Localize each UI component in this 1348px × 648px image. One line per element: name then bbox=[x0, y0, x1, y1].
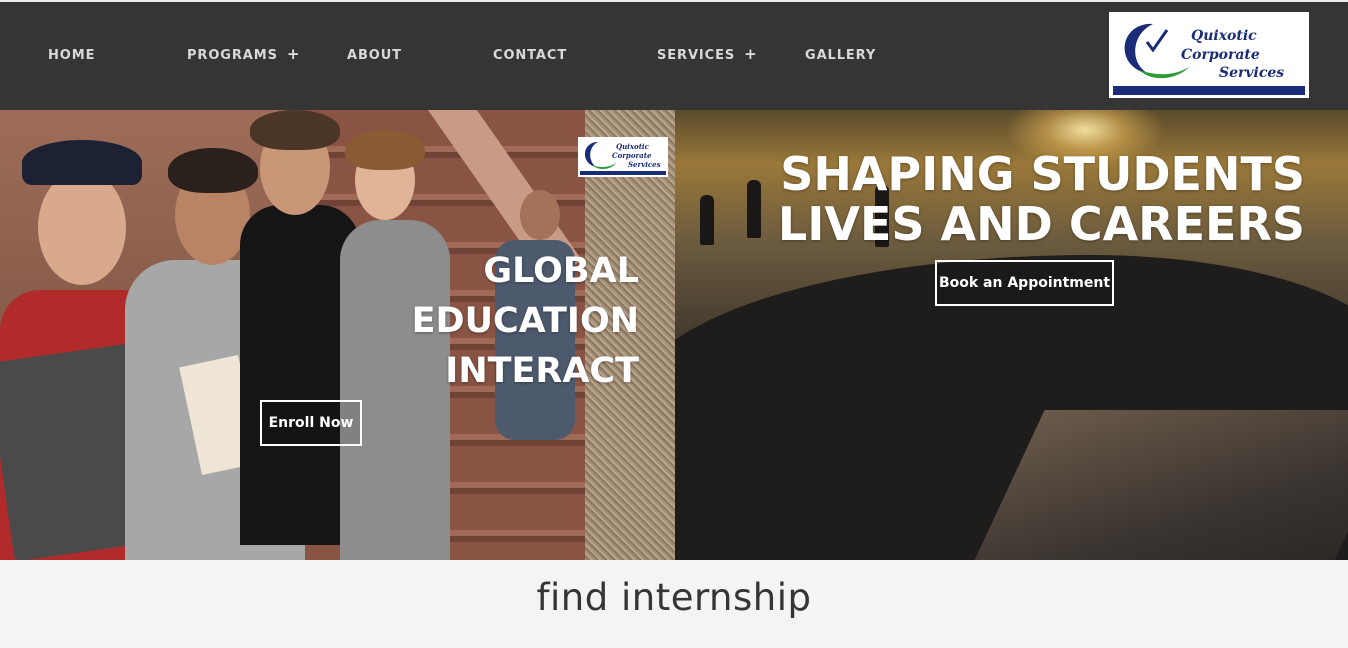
logo-line3: Services bbox=[1219, 65, 1284, 81]
nav-item-services[interactable]: SERVICES + bbox=[657, 47, 758, 64]
logo-swoosh-green bbox=[1139, 67, 1189, 79]
logo-check-icon bbox=[1145, 29, 1169, 53]
nav-item-label: HOME bbox=[48, 48, 96, 63]
book-appointment-button[interactable]: Book an Appointment bbox=[935, 260, 1114, 306]
nav-item-label: SERVICES bbox=[657, 48, 736, 63]
logo-bar bbox=[1113, 86, 1305, 95]
logo-swoosh-blue bbox=[1124, 23, 1153, 74]
svg-text:Services: Services bbox=[628, 160, 661, 169]
brand-logo[interactable]: Quixotic Corporate Services bbox=[1109, 12, 1309, 98]
section-heading: find internship bbox=[536, 576, 812, 619]
hero-left-heading-line: GLOBAL bbox=[483, 251, 639, 291]
svg-text:Corporate: Corporate bbox=[612, 151, 652, 160]
mini-logo: Quixotic Corporate Services bbox=[578, 137, 668, 177]
hero-left-heading: GLOBAL EDUCATION INTERACT bbox=[339, 246, 639, 396]
enroll-now-button[interactable]: Enroll Now bbox=[260, 400, 362, 446]
nav-item-contact[interactable]: CONTACT bbox=[493, 48, 567, 63]
nav-item-home[interactable]: HOME bbox=[48, 48, 95, 63]
hero-left-heading-line: INTERACT bbox=[445, 351, 639, 391]
nav-item-gallery[interactable]: GALLERY bbox=[805, 48, 876, 63]
hero-right-heading-line: LIVES AND CAREERS bbox=[777, 197, 1305, 251]
hero-right-heading: SHAPING STUDENTS LIVES AND CAREERS bbox=[745, 149, 1305, 249]
main-navigation: HOME PROGRAMS + ABOUT CONTACT SERVICES + G… bbox=[0, 2, 1348, 110]
logo-graphic: Quixotic Corporate Services bbox=[1113, 23, 1305, 95]
hero-slide-mountain: SHAPING STUDENTS LIVES AND CAREERS Book … bbox=[675, 110, 1348, 560]
nav-item-programs[interactable]: PROGRAMS + bbox=[187, 47, 300, 64]
nav-item-label: GALLERY bbox=[805, 48, 877, 63]
svg-text:Quixotic: Quixotic bbox=[616, 142, 650, 151]
nav-item-label: PROGRAMS bbox=[187, 48, 278, 63]
nav-item-about[interactable]: ABOUT bbox=[347, 48, 402, 63]
nav-item-label: ABOUT bbox=[347, 48, 402, 63]
logo-line2: Corporate bbox=[1181, 47, 1260, 63]
hero-right-heading-line: SHAPING STUDENTS bbox=[780, 147, 1305, 201]
mini-logo-graphic: Quixotic Corporate Services bbox=[580, 142, 666, 175]
hero-banner: Quixotic Corporate Services GLOBAL EDUCA… bbox=[0, 110, 1348, 560]
hero-slide-students: Quixotic Corporate Services GLOBAL EDUCA… bbox=[0, 110, 675, 560]
nav-item-label: CONTACT bbox=[493, 48, 568, 63]
climber-silhouette bbox=[700, 195, 714, 245]
hero-left-heading-line: EDUCATION bbox=[411, 301, 639, 341]
logo-line1: Quixotic bbox=[1191, 28, 1257, 44]
plus-icon[interactable]: + bbox=[744, 47, 757, 62]
plus-icon[interactable]: + bbox=[287, 47, 300, 62]
internship-section: find internship bbox=[0, 560, 1348, 648]
